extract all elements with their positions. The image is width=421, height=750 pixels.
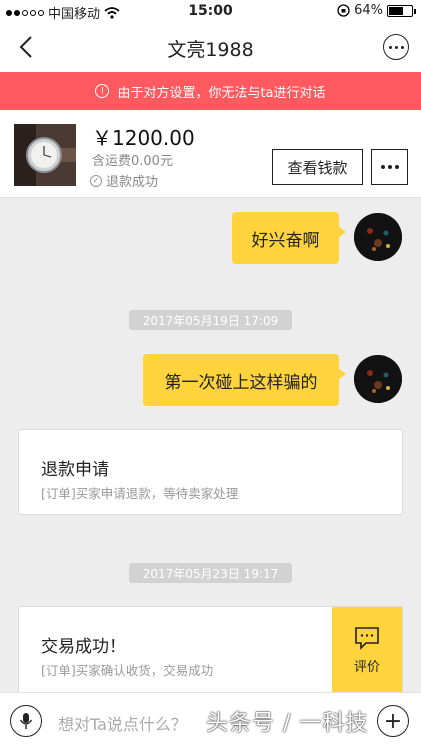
more-options-icon[interactable] xyxy=(383,34,409,60)
add-button[interactable]: + xyxy=(377,705,409,737)
rate-label: 评价 xyxy=(353,659,380,675)
order-status-text: 退款成功 xyxy=(106,175,159,190)
battery-icon xyxy=(387,4,416,17)
card-subtitle: [订单]买家申请退款，等待卖家处理 xyxy=(41,486,239,501)
message-timestamp: 2017年05月23日 19:17 xyxy=(129,563,292,583)
product-thumbnail[interactable] xyxy=(14,124,76,186)
battery-percent: 64% xyxy=(354,3,383,18)
rate-button[interactable]: 评价 xyxy=(332,607,402,693)
comment-icon xyxy=(355,626,379,650)
page-title: 文亮1988 xyxy=(167,39,254,61)
avatar[interactable] xyxy=(354,213,402,261)
avatar[interactable] xyxy=(354,355,402,403)
refund-request-card[interactable]: 退款申请 [订单]买家申请退款，等待卖家处理 xyxy=(18,429,403,515)
orientation-lock-icon xyxy=(337,4,350,17)
check-circle-icon: ✓ xyxy=(90,174,102,187)
status-bar: 中国移动 15:00 64% xyxy=(0,0,421,22)
trade-success-card[interactable]: 交易成功！ [订单]买家确认收货，交易成功 评价 xyxy=(18,606,403,694)
card-title: 退款申请 xyxy=(41,460,109,480)
info-icon: ! xyxy=(95,84,110,98)
message-input[interactable]: 想对Ta说点什么？ xyxy=(58,711,187,735)
battery-group: 64% xyxy=(337,3,416,18)
message-bubble[interactable]: 好兴奋啊 xyxy=(232,212,346,264)
card-subtitle: [订单]买家确认收货，交易成功 xyxy=(41,663,214,678)
order-status: ✓ 退款成功 xyxy=(90,171,158,190)
product-more-button[interactable] xyxy=(371,149,408,185)
microphone-icon xyxy=(19,713,33,729)
shipping-fee: 含运费0.00元 xyxy=(92,154,173,169)
restriction-notice: ! 由于对方设置，你无法与ta进行对话 xyxy=(0,72,421,110)
voice-button[interactable] xyxy=(10,705,42,737)
plus-icon: + xyxy=(383,708,403,734)
product-card: ￥1200.00 含运费0.00元 ✓ 退款成功 查看钱款 xyxy=(0,110,421,198)
notice-text: 由于对方设置，你无法与ta进行对话 xyxy=(117,85,326,101)
nav-bar: 文亮1988 xyxy=(0,22,421,72)
card-title: 交易成功！ xyxy=(41,637,126,657)
watermark: 头条号 / 一科技 xyxy=(206,711,369,736)
view-payment-button[interactable]: 查看钱款 xyxy=(272,149,363,185)
message-bubble[interactable]: 第一次碰上这样骗的 xyxy=(143,354,346,406)
message-timestamp: 2017年05月19日 17:09 xyxy=(129,310,292,330)
product-price: ￥1200.00 xyxy=(92,126,195,150)
